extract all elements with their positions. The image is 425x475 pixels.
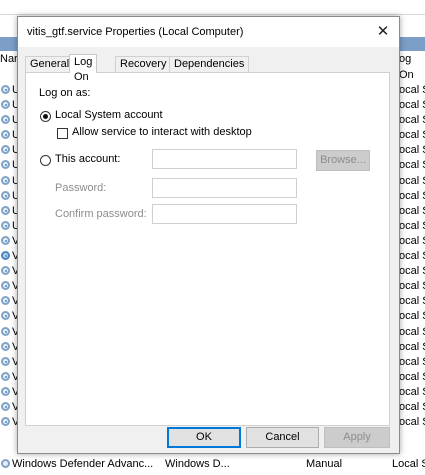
service-logon-fragment: ocal S: [399, 99, 425, 112]
local-system-label[interactable]: Local System account: [55, 109, 163, 121]
service-gear-icon: [1, 417, 10, 427]
service-logon-fragment: ocal S: [399, 416, 425, 429]
allow-interact-checkbox[interactable]: [57, 128, 68, 139]
apply-button[interactable]: Apply: [324, 427, 390, 448]
service-gear-icon: [1, 401, 10, 411]
account-field[interactable]: [152, 149, 297, 169]
service-gear-icon: [1, 100, 10, 110]
service-logon-fragment: ocal S: [399, 340, 425, 353]
local-system-radio[interactable]: [40, 111, 51, 122]
service-logon-fragment: ocal S: [399, 295, 425, 308]
close-button[interactable]: ✕: [367, 17, 399, 47]
confirm-password-field[interactable]: [152, 204, 297, 224]
allow-interact-label[interactable]: Allow service to interact with desktop: [72, 126, 252, 138]
service-gear-icon: [1, 220, 10, 230]
browse-button[interactable]: Browse...: [316, 150, 370, 171]
service-logon-fragment: ocal S: [399, 355, 425, 368]
dialog-titlebar[interactable]: vitis_gtf.service Properties (Local Comp…: [18, 17, 399, 47]
ok-button[interactable]: OK: [167, 427, 241, 448]
service-logon-fragment: ocal S: [399, 219, 425, 232]
service-logon-fragment: ocal S: [399, 159, 425, 172]
service-logon-fragment: ocal S: [399, 189, 425, 202]
service-logon-fragment: ocal S: [399, 385, 425, 398]
service-gear-icon: [1, 341, 10, 351]
service-gear-icon: [1, 296, 10, 306]
service-row-windows-defender[interactable]: Windows Defender Advanc... Windows D... …: [0, 456, 425, 472]
tab-general[interactable]: General: [25, 56, 75, 72]
service-gear-icon: [1, 311, 10, 321]
service-gear-icon: [1, 459, 10, 468]
dialog-title: vitis_gtf.service Properties (Local Comp…: [27, 26, 244, 38]
service-logon: Local S: [392, 458, 425, 470]
service-gear-icon: [1, 251, 10, 261]
service-gear-icon: [1, 281, 10, 291]
properties-dialog: vitis_gtf.service Properties (Local Comp…: [17, 16, 400, 454]
service-gear-icon: [1, 130, 10, 140]
service-logon-fragment: ocal S: [399, 250, 425, 263]
cancel-button[interactable]: Cancel: [246, 427, 319, 448]
service-logon-fragment: ocal S: [399, 174, 425, 187]
tab-dependencies[interactable]: Dependencies: [169, 56, 250, 72]
service-logon-fragment: ocal S: [399, 129, 425, 142]
service-logon-fragment: ocal S: [399, 280, 425, 293]
service-gear-icon: [1, 371, 10, 381]
password-field[interactable]: [152, 178, 297, 198]
service-gear-icon: [1, 145, 10, 155]
service-gear-icon: [1, 326, 10, 336]
service-gear-icon: [1, 356, 10, 366]
service-logon-fragment: ocal S: [399, 84, 425, 96]
service-gear-icon: [1, 85, 10, 94]
service-gear-icon: [1, 175, 10, 185]
service-logon-fragment: ocal S: [399, 370, 425, 383]
service-gear-icon: [1, 386, 10, 396]
service-logon-fragment: ocal S: [399, 144, 425, 157]
service-gear-icon: [1, 115, 10, 125]
column-header-name[interactable]: Nar: [0, 51, 18, 67]
service-name: Windows Defender Advanc...: [12, 458, 154, 470]
service-startup-type: Manual: [306, 458, 343, 470]
service-logon-fragment: ocal S: [399, 114, 425, 127]
password-label: Password:: [55, 182, 107, 194]
service-logon-fragment: ocal S: [399, 310, 425, 323]
service-logon-fragment: ocal S: [399, 234, 425, 247]
window-top-border: [0, 14, 425, 15]
confirm-password-label: Confirm password:: [55, 208, 147, 220]
tab-recovery[interactable]: Recovery: [115, 56, 172, 72]
this-account-radio[interactable]: [40, 155, 51, 166]
tab-log-on[interactable]: Log On: [69, 54, 98, 83]
close-icon: ✕: [376, 23, 390, 40]
service-logon-fragment: ocal S: [399, 325, 425, 338]
log-on-panel: Log on as: Local System account Allow se…: [25, 72, 390, 426]
log-on-as-label: Log on as:: [39, 87, 91, 99]
service-logon-fragment: ocal S: [399, 265, 425, 278]
service-logon-fragment: ocal S: [399, 204, 425, 217]
service-gear-icon: [1, 205, 10, 215]
column-header-logon[interactable]: og On: [399, 51, 425, 81]
service-description: Windows D...: [165, 458, 230, 470]
service-gear-icon: [1, 160, 10, 170]
service-gear-icon: [1, 266, 10, 276]
service-gear-icon: [1, 190, 10, 200]
service-gear-icon: [1, 235, 10, 245]
this-account-label[interactable]: This account:: [55, 153, 120, 165]
service-logon-fragment: ocal S: [399, 400, 425, 413]
